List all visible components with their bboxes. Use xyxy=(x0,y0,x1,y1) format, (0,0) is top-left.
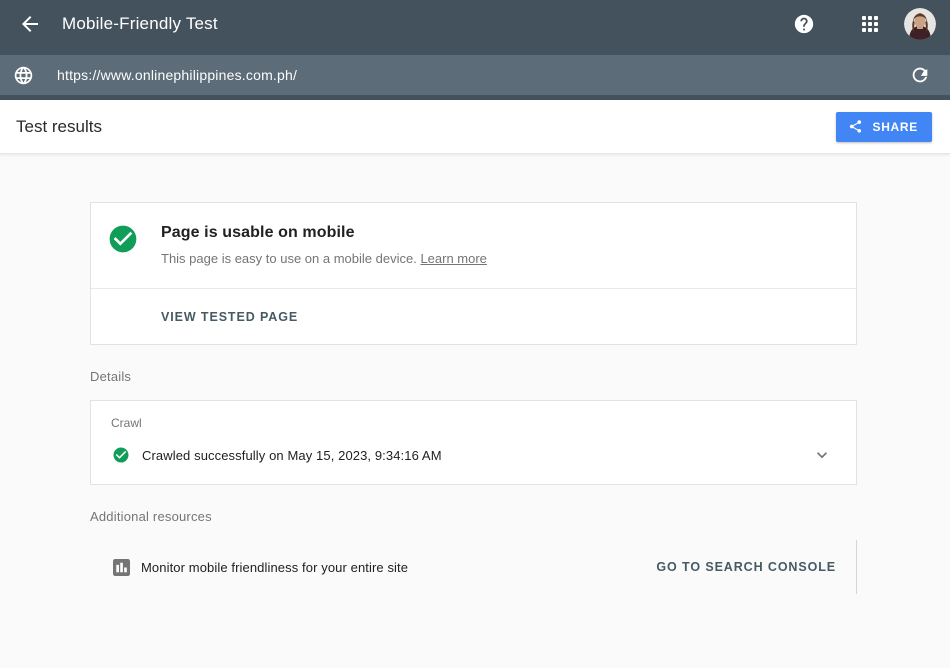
additional-resources-label: Additional resources xyxy=(90,509,950,524)
main-content: Page is usable on mobile This page is ea… xyxy=(0,154,950,594)
url-field[interactable]: https://www.onlinephilippines.com.ph/ xyxy=(57,67,908,83)
mobile-friendly-test-page: Mobile-Friendly Test xyxy=(0,0,950,668)
refresh-icon xyxy=(909,64,931,86)
share-button-label: SHARE xyxy=(872,120,918,134)
page-title: Test results xyxy=(16,117,102,137)
back-button[interactable] xyxy=(10,4,50,44)
user-avatar[interactable] xyxy=(904,8,936,40)
share-icon xyxy=(848,119,872,134)
resource-text: Monitor mobile friendliness for your ent… xyxy=(141,560,408,575)
details-section-label: Details xyxy=(90,369,950,384)
crawl-group-label: Crawl xyxy=(91,416,856,430)
url-bar-section: https://www.onlinephilippines.com.ph/ xyxy=(0,48,950,100)
help-icon xyxy=(793,13,815,35)
bar-chart-icon xyxy=(113,559,130,576)
chevron-down-icon xyxy=(812,445,832,465)
go-to-search-console-button[interactable]: GO TO SEARCH CONSOLE xyxy=(656,560,836,574)
result-card-status: Page is usable on mobile This page is ea… xyxy=(91,203,856,288)
resource-row: Monitor mobile friendliness for your ent… xyxy=(90,540,857,594)
view-tested-page-button[interactable]: VIEW TESTED PAGE xyxy=(161,310,298,324)
app-title: Mobile-Friendly Test xyxy=(62,14,218,34)
help-button[interactable] xyxy=(792,12,816,36)
globe-icon xyxy=(12,64,34,86)
crawl-status-row[interactable]: Crawled successfully on May 15, 2023, 9:… xyxy=(91,430,856,484)
arrow-left-icon xyxy=(18,12,42,36)
apps-grid-icon xyxy=(862,16,878,32)
check-circle-icon xyxy=(107,223,139,255)
share-button[interactable]: SHARE xyxy=(836,112,932,142)
result-description-text: This page is easy to use on a mobile dev… xyxy=(161,251,417,266)
check-circle-icon xyxy=(112,446,130,464)
results-toolbar: Test results SHARE xyxy=(0,100,950,154)
url-bar: https://www.onlinephilippines.com.ph/ xyxy=(0,55,950,95)
result-card-footer: VIEW TESTED PAGE xyxy=(91,288,856,344)
avatar-image xyxy=(904,8,936,40)
result-card: Page is usable on mobile This page is ea… xyxy=(90,202,857,345)
result-title: Page is usable on mobile xyxy=(161,224,487,242)
refresh-button[interactable] xyxy=(908,63,932,87)
crawl-card: Crawl Crawled successfully on May 15, 20… xyxy=(90,400,857,485)
apps-grid-button[interactable] xyxy=(858,12,882,36)
crawl-status-text: Crawled successfully on May 15, 2023, 9:… xyxy=(142,448,442,463)
result-description: This page is easy to use on a mobile dev… xyxy=(161,251,487,266)
expand-button[interactable] xyxy=(812,445,832,465)
learn-more-link[interactable]: Learn more xyxy=(420,251,486,266)
app-header: Mobile-Friendly Test xyxy=(0,0,950,48)
